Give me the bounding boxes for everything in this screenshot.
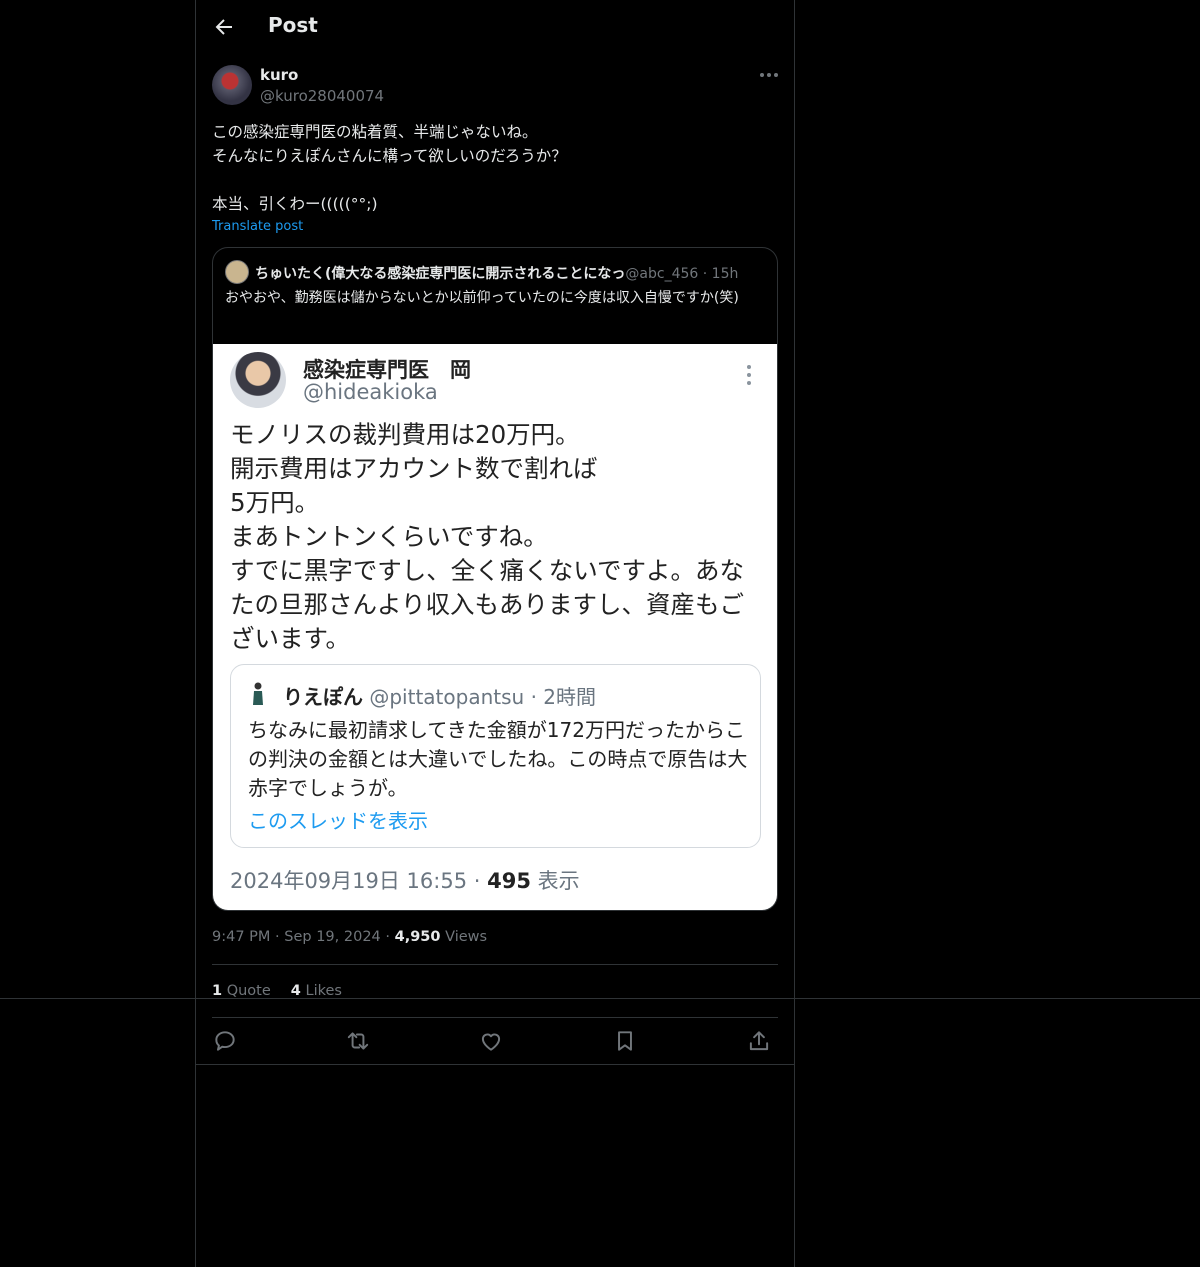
screenshot-thread-link: このスレッドを表示: [248, 809, 428, 833]
quoted-text: おやおや、勤務医は儲からないとか以前仰っていたのに今度は収入自慢ですか(笑): [225, 290, 739, 306]
page-title: Post: [268, 13, 318, 37]
share-icon[interactable]: [746, 1028, 772, 1054]
screenshot-avatar: [230, 352, 286, 408]
likes-label: Likes: [305, 983, 342, 999]
more-horizontal-icon[interactable]: [758, 66, 780, 84]
bookmark-icon[interactable]: [612, 1028, 638, 1054]
screenshot-quoted-handle: @pittatopantsu: [369, 685, 525, 709]
meta-separator: ·: [275, 929, 280, 945]
quoted-author-handle: @abc_456: [625, 266, 699, 282]
screenshot-meta: 2024年09月19日 16:55 · 495 表示: [230, 865, 580, 895]
screenshot-date: 2024年09月19日 16:55 ·: [230, 869, 488, 893]
screenshot-quoted-text: ちなみに最初請求してきた金額が172万円だったからこの判決の金額とは大違いでした…: [248, 718, 748, 800]
quoted-avatar: [225, 260, 249, 284]
avatar[interactable]: [212, 65, 252, 105]
quotes-stat[interactable]: 1 Quote: [212, 983, 271, 999]
views-label: Views: [445, 929, 488, 945]
quoted-author-name: ちゅいたく(偉大なる感染症専門医に開示されることになっ: [255, 266, 626, 282]
author-name[interactable]: kuro: [260, 66, 298, 84]
page-header: Post: [196, 0, 794, 55]
figure-avatar-icon: [253, 682, 263, 705]
quotes-count: 1: [212, 983, 223, 999]
screenshot-views-count: 495: [487, 869, 531, 893]
screenshot-quoted-name: りえぽん: [283, 685, 363, 709]
divider: [212, 1017, 778, 1018]
reply-icon[interactable]: [212, 1028, 238, 1054]
screenshot-quoted-header: りえぽん @pittatopantsu · 2時間: [283, 681, 596, 710]
quotes-label: Quote: [226, 983, 271, 999]
action-bar: [212, 1028, 778, 1054]
author-handle[interactable]: @kuro28040074: [260, 87, 384, 105]
post-meta: 9:47 PM · Sep 19, 2024 · 4,950 Views: [212, 929, 487, 945]
screenshot-quoted-post: りえぽん @pittatopantsu · 2時間 ちなみに最初請求してきた金額…: [230, 664, 761, 848]
screenshot-image[interactable]: 感染症専門医 岡 @hideakioka モノリスの裁判費用は20万円。 開示費…: [213, 344, 777, 910]
translate-post-link[interactable]: Translate post: [212, 219, 303, 234]
post-time[interactable]: 9:47 PM: [212, 929, 270, 945]
screenshot-body: モノリスの裁判費用は20万円。 開示費用はアカウント数で割れば 5万円。 まあト…: [230, 420, 745, 653]
divider: [212, 964, 778, 965]
quoted-separator: ·: [702, 266, 708, 282]
post-column: Post kuro @kuro28040074 この感染症専門医の粘着質、半端じ…: [195, 0, 795, 1267]
post-text: この感染症専門医の粘着質、半端じゃないね。 そんなにりえぽんさんに構って欲しいの…: [212, 123, 567, 213]
divider: [196, 1064, 794, 1065]
views-count: 4,950: [394, 929, 441, 945]
heart-icon[interactable]: [478, 1028, 504, 1054]
quoted-post[interactable]: ちゅいたく(偉大なる感染症専門医に開示されることになっ@abc_456 · 15…: [212, 247, 778, 911]
quoted-header: ちゅいたく(偉大なる感染症専門医に開示されることになっ@abc_456 · 15…: [255, 263, 773, 283]
meta-separator: ·: [385, 929, 390, 945]
screenshot-quoted-time: · 2時間: [530, 685, 597, 709]
post-date[interactable]: Sep 19, 2024: [284, 929, 381, 945]
likes-stat[interactable]: 4 Likes: [291, 983, 342, 999]
engagement-stats: 1 Quote 4 Likes: [212, 983, 342, 999]
likes-count: 4: [290, 983, 301, 999]
screenshot-views-label: 表示: [530, 869, 580, 893]
arrow-left-icon[interactable]: [212, 15, 236, 39]
more-vertical-icon: [747, 365, 751, 385]
screenshot-author-handle: @hideakioka: [303, 380, 438, 404]
quoted-time: 15h: [711, 266, 739, 282]
repost-icon[interactable]: [345, 1028, 371, 1054]
